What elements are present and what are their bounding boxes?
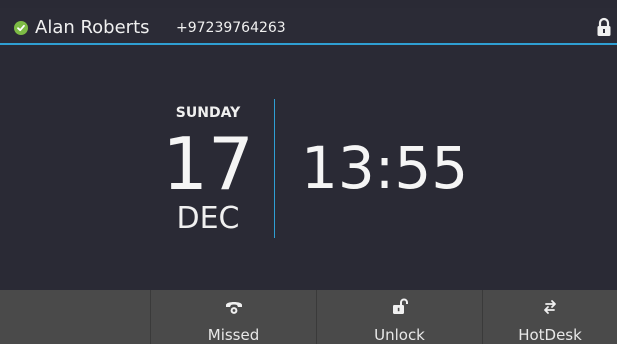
softkey-label: HotDesk <box>518 326 582 344</box>
phone-idle-screen: Alan Roberts +97239764263 SUNDAY 17 DEC … <box>0 0 617 344</box>
month: DEC <box>176 201 240 236</box>
unlock-icon <box>390 298 410 316</box>
user-name: Alan Roberts <box>35 17 150 38</box>
softkey-missed[interactable]: Missed <box>150 290 316 344</box>
softkey-bar: Missed Unlock HotDesk <box>0 290 617 344</box>
day-number: 17 <box>162 122 254 206</box>
phone-number: +97239764263 <box>176 20 286 36</box>
clock-time: 13:55 <box>301 134 469 202</box>
softkey-empty[interactable] <box>0 290 150 344</box>
lock-icon <box>596 17 612 37</box>
softkey-label: Missed <box>207 326 260 344</box>
day-name: SUNDAY <box>175 105 241 121</box>
presence-available-icon <box>14 21 28 35</box>
softkey-label: Unlock <box>374 326 425 344</box>
date-time-divider <box>274 99 275 238</box>
missed-call-icon <box>224 298 244 316</box>
softkey-hotdesk[interactable]: HotDesk <box>482 290 617 344</box>
status-bar: Alan Roberts +97239764263 <box>0 8 617 45</box>
hotdesk-icon <box>540 298 560 316</box>
softkey-unlock[interactable]: Unlock <box>316 290 482 344</box>
